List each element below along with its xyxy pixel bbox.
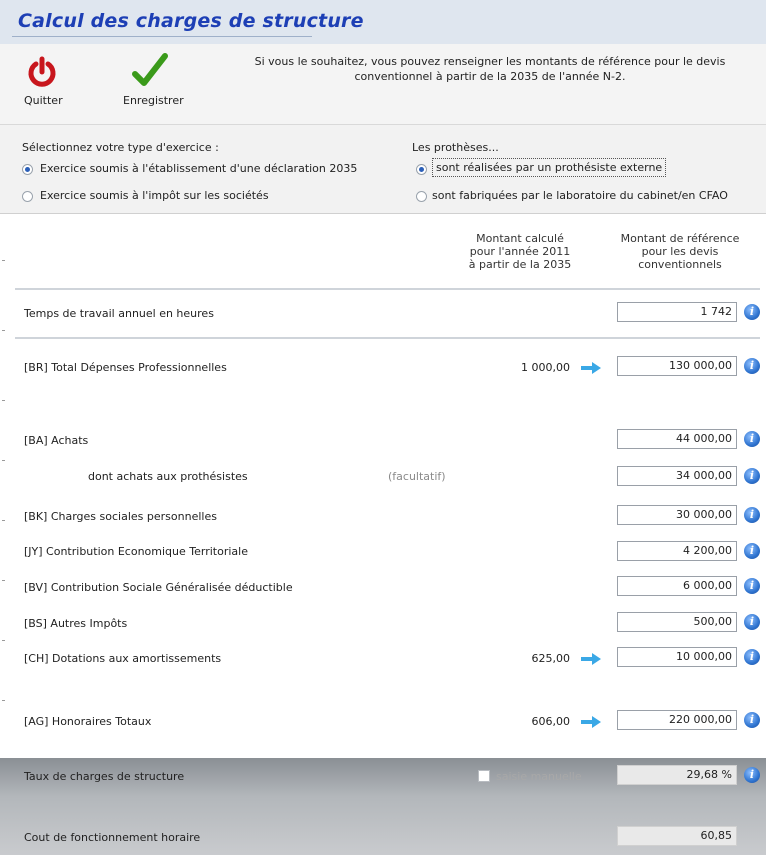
ch-field[interactable]: 10 000,00 [617,647,737,667]
proth-label: dont achats aux prothésistes [88,470,248,483]
bv-field[interactable]: 6 000,00 [617,576,737,596]
ag-field[interactable]: 220 000,00 [617,710,737,730]
calc-column-header: Montant calculé pour l'année 2011 à part… [468,232,572,271]
prostheses-heading: Les prothèses... [412,141,499,154]
title-underline [12,36,312,37]
ch-label: [CH] Dotations aux amortissements [24,652,222,665]
cout-label: Cout de fonctionnement horaire [24,831,201,844]
ag-label: [AG] Honoraires Totaux [24,715,152,728]
ref-column-header: Montant de référence pour les devis conv… [620,232,740,271]
info-icon[interactable]: i [744,304,760,320]
info-icon[interactable]: i [744,712,760,728]
arrow-right-icon[interactable] [580,653,602,665]
cout-value-field: 60,85 [617,826,737,846]
exercise-heading: Sélectionnez votre type d'exercice : [22,141,219,154]
ch-calc-value: 625,00 [531,652,571,665]
temps-label: Temps de travail annuel en heures [24,307,214,320]
arrow-right-icon[interactable] [580,362,602,374]
bk-label: [BK] Charges sociales personnelles [24,510,217,523]
prostheses-lab-radio[interactable] [416,191,427,202]
window-title: Calcul des charges de structure [18,10,364,32]
info-icon[interactable]: i [744,358,760,374]
manual-entry-label[interactable]: saisie manuelle [496,770,582,783]
taux-label: Taux de charges de structure [24,770,185,783]
info-icon[interactable]: i [744,578,760,594]
ag-calc-value: 606,00 [531,715,571,728]
info-icon[interactable]: i [744,649,760,665]
info-icon[interactable]: i [744,431,760,447]
toolbar-info-line2: conventionnel à partir de la 2035 de l'a… [354,70,626,83]
save-label: Enregistrer [123,94,184,107]
info-icon[interactable]: i [744,767,760,783]
taux-value-field: 29,68 % [617,765,737,785]
exercise-is-label[interactable]: Exercice soumis à l'impôt sur les sociét… [40,189,269,202]
exercise-2035-label[interactable]: Exercice soumis à l'établissement d'une … [40,162,357,175]
toolbar-info-line1: Si vous le souhaitez, vous pouvez rensei… [254,55,726,68]
info-icon[interactable]: i [744,468,760,484]
power-icon [28,56,56,87]
save-button[interactable]: Enregistrer [118,52,198,112]
manual-entry-checkbox[interactable] [478,770,490,782]
br-label: [BR] Total Dépenses Professionnelles [24,361,227,374]
br-field[interactable]: 130 000,00 [617,356,737,376]
toolbar-info-text: Si vous le souhaitez, vous pouvez rensei… [230,54,750,84]
ba-label: [BA] Achats [24,434,89,447]
exercise-is-radio[interactable] [22,191,33,202]
arrow-right-icon[interactable] [580,716,602,728]
header-separator [15,288,760,290]
temps-field[interactable]: 1 742 [617,302,737,322]
bk-field[interactable]: 30 000,00 [617,505,737,525]
info-icon[interactable]: i [744,507,760,523]
br-calc-value: 1 000,00 [521,361,570,374]
quit-button[interactable]: Quitter [18,56,68,112]
jy-field[interactable]: 4 200,00 [617,541,737,561]
proth-field[interactable]: 34 000,00 [617,466,737,486]
temps-separator [15,337,760,339]
info-icon[interactable]: i [744,614,760,630]
prostheses-external-radio[interactable] [416,164,427,175]
ba-field[interactable]: 44 000,00 [617,429,737,449]
prostheses-lab-label[interactable]: sont fabriquées par le laboratoire du ca… [432,189,728,202]
bv-label: [BV] Contribution Sociale Généralisée dé… [24,581,293,594]
checkmark-icon [132,53,168,86]
info-icon[interactable]: i [744,543,760,559]
bs-field[interactable]: 500,00 [617,612,737,632]
jy-label: [JY] Contribution Economique Territorial… [24,545,248,558]
bs-label: [BS] Autres Impôts [24,617,128,630]
quit-label: Quitter [24,94,63,107]
exercise-2035-radio[interactable] [22,164,33,175]
prostheses-external-label[interactable]: sont réalisées par un prothésiste extern… [432,158,667,177]
proth-optional-note: (facultatif) [388,470,446,483]
